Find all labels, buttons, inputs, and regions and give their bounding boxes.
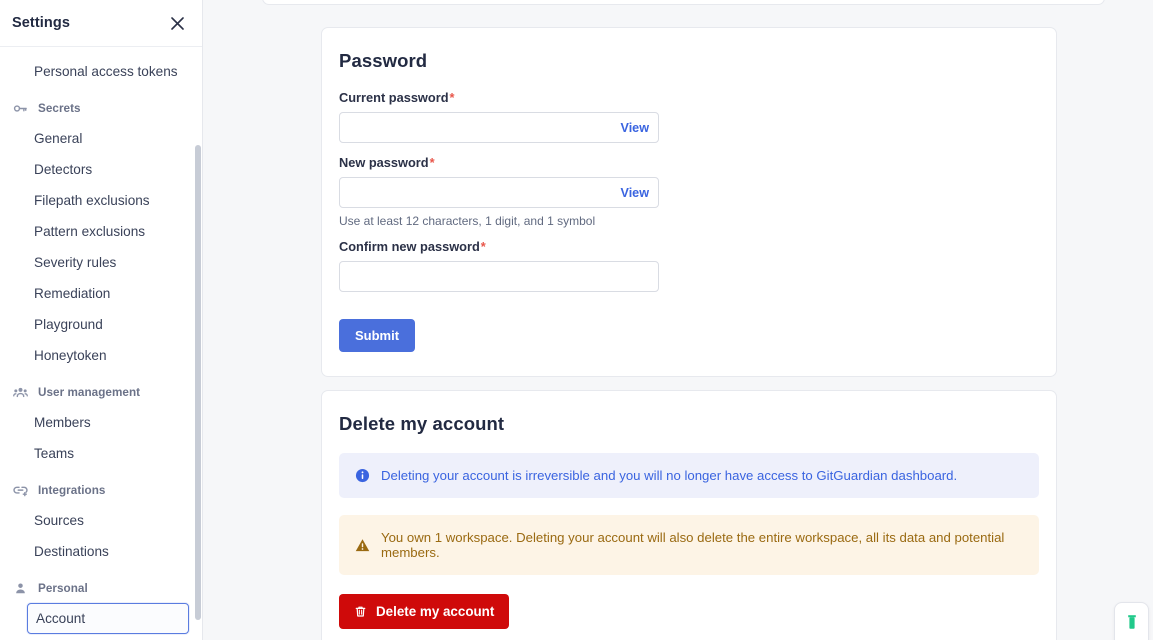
delete-account-heading: Delete my account: [339, 413, 505, 434]
trash-icon: [354, 605, 367, 618]
sidebar-title: Settings: [12, 15, 70, 31]
person-icon: [12, 580, 29, 597]
sidebar-section-user-management: User management: [0, 377, 202, 407]
confirm-password-label-text: Confirm new password: [339, 239, 480, 254]
confirm-password-wrap: [339, 261, 659, 292]
sidebar-item-general[interactable]: General: [0, 123, 202, 154]
delete-my-account-button[interactable]: Delete my account: [339, 594, 510, 629]
link-plus-icon: [12, 482, 29, 499]
sidebar-item-personal-access-tokens[interactable]: Personal access tokens: [0, 56, 202, 87]
sidebar-item-destinations[interactable]: Destinations: [0, 536, 202, 567]
password-card: Password Current password* View New pass…: [321, 27, 1057, 377]
card-above-partial: [262, 0, 1105, 5]
current-password-wrap: View: [339, 112, 659, 143]
required-marker: *: [429, 155, 435, 170]
info-banner-text: Deleting your account is irreversible an…: [381, 468, 958, 483]
sidebar-item-filepath-exclusions[interactable]: Filepath exclusions: [0, 185, 202, 216]
sidebar-section-personal: Personal: [0, 573, 202, 603]
sidebar-section-label: Personal: [38, 582, 88, 595]
new-password-helper-text: Use at least 12 characters, 1 digit, and…: [339, 214, 596, 228]
required-marker: *: [480, 239, 486, 254]
confirm-password-input[interactable]: [339, 261, 659, 292]
sidebar-section-label: Integrations: [38, 484, 106, 497]
sidebar-nav: Personal access tokens Secrets General D…: [0, 47, 202, 634]
key-icon: [12, 100, 29, 117]
view-current-password-button[interactable]: View: [621, 121, 649, 135]
sidebar-section-integrations: Integrations: [0, 475, 202, 505]
sidebar-item-severity-rules[interactable]: Severity rules: [0, 247, 202, 278]
settings-sidebar: Settings Personal access tokens Secrets: [0, 0, 203, 640]
confirm-password-label: Confirm new password*: [339, 239, 1039, 254]
sidebar-item-account[interactable]: Account: [27, 603, 189, 634]
users-icon: [12, 384, 29, 401]
sidebar-item-pattern-exclusions[interactable]: Pattern exclusions: [0, 216, 202, 247]
sidebar-item-remediation[interactable]: Remediation: [0, 278, 202, 309]
sidebar-item-playground[interactable]: Playground: [0, 309, 202, 340]
sidebar-item-teams[interactable]: Teams: [0, 438, 202, 469]
new-password-label-text: New password: [339, 155, 429, 170]
sidebar-scrollbar[interactable]: [195, 145, 201, 620]
sidebar-section-label: Secrets: [38, 102, 81, 115]
required-marker: *: [449, 90, 455, 105]
sidebar-item-detectors[interactable]: Detectors: [0, 154, 202, 185]
new-password-input[interactable]: [339, 177, 659, 208]
view-new-password-button[interactable]: View: [621, 186, 649, 200]
sidebar-item-honeytoken[interactable]: Honeytoken: [0, 340, 202, 371]
submit-button[interactable]: Submit: [339, 319, 416, 352]
settings-content: Password Current password* View New pass…: [203, 0, 1153, 640]
warning-banner-text: You own 1 workspace. Deleting your accou…: [381, 530, 1005, 560]
sidebar-section-label: User management: [38, 386, 141, 399]
info-banner: Deleting your account is irreversible an…: [339, 453, 1039, 498]
settings-page: Settings Personal access tokens Secrets: [0, 0, 1153, 640]
sidebar-item-sources[interactable]: Sources: [0, 505, 202, 536]
support-widget[interactable]: [1114, 602, 1149, 640]
info-icon: [355, 468, 370, 483]
sidebar-item-members[interactable]: Members: [0, 407, 202, 438]
delete-account-card: Delete my account Deleting your account …: [321, 390, 1057, 640]
delete-my-account-label: Delete my account: [376, 604, 495, 619]
new-password-label: New password*: [339, 155, 1039, 170]
current-password-label-text: Current password: [339, 90, 449, 105]
new-password-wrap: View: [339, 177, 659, 208]
close-icon[interactable]: [166, 12, 188, 34]
current-password-input[interactable]: [339, 112, 659, 143]
current-password-label: Current password*: [339, 90, 1039, 105]
sidebar-header: Settings: [0, 0, 202, 47]
support-bubble-icon: [1126, 612, 1138, 637]
warning-banner: You own 1 workspace. Deleting your accou…: [339, 515, 1039, 575]
warning-icon: [355, 538, 370, 553]
sidebar-section-secrets: Secrets: [0, 93, 202, 123]
password-card-heading: Password: [339, 50, 428, 71]
